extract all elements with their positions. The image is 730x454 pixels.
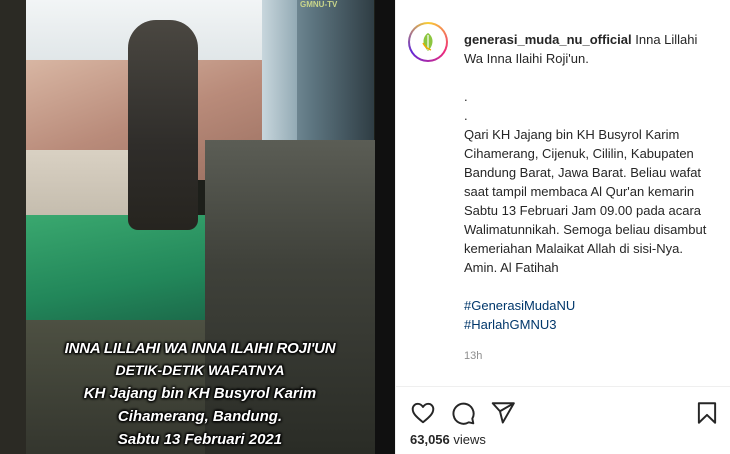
video-scene-person bbox=[128, 20, 198, 230]
video-scene-pillar bbox=[205, 140, 395, 454]
video-watermark: GMNU-TV bbox=[300, 0, 338, 9]
video-caption-line: DETIK-DETIK WAFATNYA bbox=[115, 362, 285, 378]
video-caption-line: KH Jajang bin KH Busyrol Karim bbox=[83, 385, 317, 402]
divider bbox=[396, 386, 730, 387]
hashtag-link[interactable]: #GenerasiMudaNU bbox=[464, 296, 719, 315]
action-bar bbox=[410, 400, 720, 426]
avatar-inner bbox=[410, 24, 446, 60]
post-username[interactable]: generasi_muda_nu_official bbox=[464, 32, 632, 47]
post-details-panel: generasi_muda_nu_official Inna Lillahi W… bbox=[395, 0, 730, 454]
avatar[interactable] bbox=[408, 22, 448, 62]
video-scene-curtain-light bbox=[262, 0, 297, 160]
video-caption-line: INNA LILLAHI WA INNA ILAIHI ROJI'UN bbox=[64, 340, 336, 357]
bookmark-icon[interactable] bbox=[694, 400, 720, 426]
video-scene-green-mat bbox=[26, 215, 226, 325]
views-count[interactable]: 63,056 views bbox=[410, 432, 486, 447]
video-caption-line: Sabtu 13 Februari 2021 bbox=[117, 431, 283, 448]
share-icon[interactable] bbox=[490, 400, 516, 426]
post-timestamp[interactable]: 13h bbox=[464, 350, 482, 362]
post-video[interactable]: GMNU-TV INNA LILLAHI WA INNA ILAIHI ROJI… bbox=[0, 0, 395, 454]
video-caption-line: Cihamerang, Bandung. bbox=[117, 408, 283, 425]
video-frame-edge bbox=[0, 0, 26, 454]
leaf-logo-icon bbox=[422, 33, 433, 51]
post-caption: generasi_muda_nu_official Inna Lillahi W… bbox=[464, 30, 719, 334]
caption-dot: . bbox=[464, 89, 468, 104]
caption-dot: . bbox=[464, 108, 468, 123]
caption-body: Qari KH Jajang bin KH Busyrol Karim Ciha… bbox=[464, 127, 707, 275]
video-frame-right-edge bbox=[375, 0, 395, 454]
views-label: views bbox=[453, 432, 486, 447]
comment-icon[interactable] bbox=[450, 400, 476, 426]
hashtag-link[interactable]: #HarlahGMNU3 bbox=[464, 315, 719, 334]
heart-icon[interactable] bbox=[410, 400, 436, 426]
views-number: 63,056 bbox=[410, 432, 450, 447]
